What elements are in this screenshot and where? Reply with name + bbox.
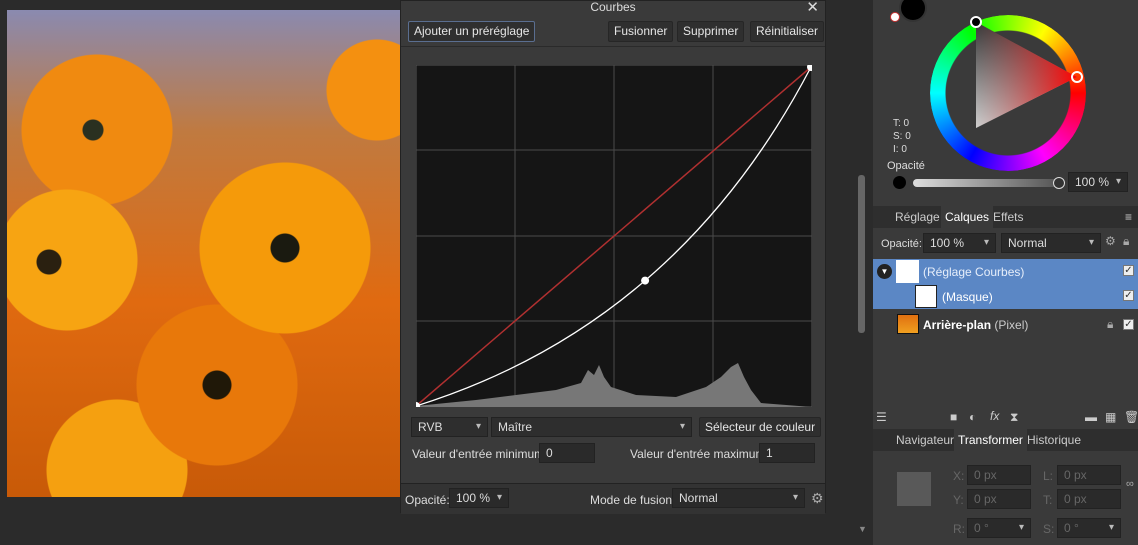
x-label: X: xyxy=(953,469,965,483)
rotation-label: R: xyxy=(953,522,965,536)
saturation-readout: S: 0 xyxy=(893,131,911,142)
layer-opacity-select[interactable]: 100 % xyxy=(923,233,996,253)
y-field[interactable]: 0 px xyxy=(967,489,1031,509)
mask-thumbnail xyxy=(915,285,937,308)
merge-button[interactable]: Fusionner xyxy=(608,21,674,42)
lock-icon[interactable]: 🔒︎ xyxy=(1123,234,1129,249)
mask-icon[interactable]: ■ xyxy=(950,410,957,424)
tab-historique[interactable]: Historique xyxy=(1023,429,1085,451)
curves-dialog: Courbes ✕ Ajouter un préréglage Fusionne… xyxy=(400,0,826,514)
primary-color-swatch[interactable] xyxy=(899,0,927,22)
intensity-readout: I: 0 xyxy=(893,144,907,155)
panel-menu-icon[interactable]: ≡ xyxy=(1121,206,1136,228)
close-icon[interactable]: ✕ xyxy=(806,0,819,16)
layer-name: Arrière-plan xyxy=(923,318,992,332)
gear-icon[interactable]: ⚙ xyxy=(811,490,824,507)
layer-item-background[interactable]: Arrière-plan (Pixel) 🔒︎ ✓ xyxy=(873,313,1138,338)
width-field[interactable]: 0 px xyxy=(1057,465,1121,485)
gear-icon[interactable]: ⚙ xyxy=(1105,234,1116,248)
curves-graph[interactable] xyxy=(416,65,812,407)
opacity-select[interactable]: 100 % xyxy=(449,488,509,508)
no-color-icon[interactable] xyxy=(890,12,900,22)
rotation-select[interactable]: 0 ° xyxy=(967,518,1031,538)
new-layer-icon[interactable]: ▦ xyxy=(1105,410,1116,424)
visibility-checkbox[interactable]: ✓ xyxy=(1123,319,1134,330)
layer-thumbnail xyxy=(896,260,919,283)
height-label: T: xyxy=(1043,493,1053,507)
scroll-down-icon[interactable]: ▼ xyxy=(858,524,867,534)
visibility-checkbox[interactable]: ✓ xyxy=(1123,290,1134,301)
anchor-selector[interactable] xyxy=(897,472,931,506)
layer-name: (Masque) xyxy=(942,290,993,304)
tab-calques[interactable]: Calques xyxy=(941,206,994,228)
layers-tabbar: Réglage Calques Effets ≡ xyxy=(873,206,1138,228)
right-panel: T: 0 S: 0 I: 0 Opacité 100 % Réglage Cal… xyxy=(873,0,1138,545)
tab-effets[interactable]: Effets xyxy=(989,206,1027,228)
color-opacity-label: Opacité xyxy=(887,160,925,172)
layer-thumbnail xyxy=(897,314,919,334)
layer-item-curves[interactable]: ▼ (Réglage Courbes) ✓ xyxy=(873,259,1138,284)
color-wheel[interactable] xyxy=(930,15,1086,171)
tab-navigateur[interactable]: Navigateur xyxy=(892,429,958,451)
opacity-swatch xyxy=(893,176,906,189)
transform-tabbar: Navigateur Transformer Historique xyxy=(873,429,1138,451)
channel-select[interactable]: Maître xyxy=(491,417,692,437)
tab-transformer[interactable]: Transformer xyxy=(954,429,1027,451)
x-field[interactable]: 0 px xyxy=(967,465,1031,485)
folder-icon[interactable]: ▬ xyxy=(1085,410,1097,424)
max-input-label: Valeur d'entrée maximum: xyxy=(630,447,769,461)
hourglass-icon[interactable]: ⧗ xyxy=(1010,410,1018,425)
height-field[interactable]: 0 px xyxy=(1057,489,1121,509)
width-label: L: xyxy=(1043,469,1054,483)
document-canvas-image[interactable] xyxy=(7,10,400,497)
dialog-title: Courbes xyxy=(590,0,636,14)
link-icon[interactable]: ∞ xyxy=(1126,478,1134,490)
shear-label: S: xyxy=(1043,522,1055,536)
adjustment-icon[interactable]: ◐ xyxy=(969,410,976,424)
lock-icon[interactable]: 🔒︎ xyxy=(1107,317,1113,332)
layer-opacity-label: Opacité: xyxy=(881,238,922,250)
shear-select[interactable]: 0 ° xyxy=(1057,518,1121,538)
layer-type: (Pixel) xyxy=(991,318,1029,332)
y-label: Y: xyxy=(953,493,964,507)
min-input-label: Valeur d'entrée minimum: xyxy=(412,447,548,461)
curve-control-point[interactable] xyxy=(641,276,650,285)
opacity-slider-handle[interactable] xyxy=(1053,177,1065,189)
color-space-select[interactable]: RVB xyxy=(411,417,488,437)
trash-icon[interactable]: 🗑︎ xyxy=(1124,410,1138,424)
triangle-handle xyxy=(970,16,982,28)
opacity-label: Opacité: xyxy=(405,493,450,507)
reset-button[interactable]: Réinitialiser xyxy=(750,21,825,42)
color-opacity-select[interactable]: 100 % xyxy=(1068,172,1128,192)
expand-icon[interactable]: ▼ xyxy=(877,264,892,279)
canvas-scrollbar[interactable] xyxy=(858,175,865,333)
hue-readout: T: 0 xyxy=(893,118,910,129)
tab-reglage[interactable]: Réglage xyxy=(891,206,944,228)
min-input-field[interactable]: 0 xyxy=(539,443,595,463)
color-picker-button[interactable]: Sélecteur de couleur xyxy=(699,417,822,437)
max-input-field[interactable]: 1 xyxy=(759,443,815,463)
layer-blend-select[interactable]: Normal xyxy=(1001,233,1101,253)
layer-item-mask[interactable]: (Masque) ✓ xyxy=(873,284,1138,309)
layer-name: (Réglage Courbes) xyxy=(923,265,1025,279)
blend-mode-label: Mode de fusion: xyxy=(590,493,676,507)
fx-icon[interactable]: fx xyxy=(990,409,999,423)
delete-button[interactable]: Supprimer xyxy=(677,21,745,42)
add-preset-button[interactable]: Ajouter un préréglage xyxy=(408,21,536,42)
layers-stack-icon[interactable]: ☰ xyxy=(876,410,887,424)
blend-mode-select[interactable]: Normal xyxy=(672,488,805,508)
opacity-slider[interactable] xyxy=(913,179,1058,187)
visibility-checkbox[interactable]: ✓ xyxy=(1123,265,1134,276)
